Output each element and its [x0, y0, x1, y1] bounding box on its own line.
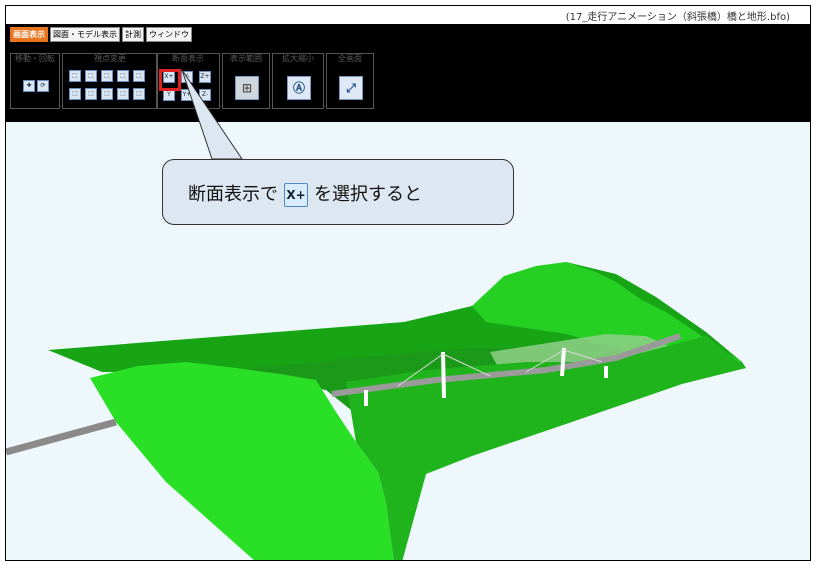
x-plus-badge-icon: X+ — [284, 183, 308, 207]
app-window: (17_走行アニメーション（斜張橋）橋と地形.bfo) 画面表示 図面・モデル表… — [5, 5, 811, 561]
callout-pointer — [181, 69, 243, 160]
callout-suffix: を選択すると — [314, 184, 422, 205]
callout-prefix: 断面表示で — [188, 184, 278, 205]
callout-text: 断面表示で X+ を選択すると — [188, 180, 422, 207]
callout-box: 断面表示で X+ を選択すると — [162, 159, 514, 225]
